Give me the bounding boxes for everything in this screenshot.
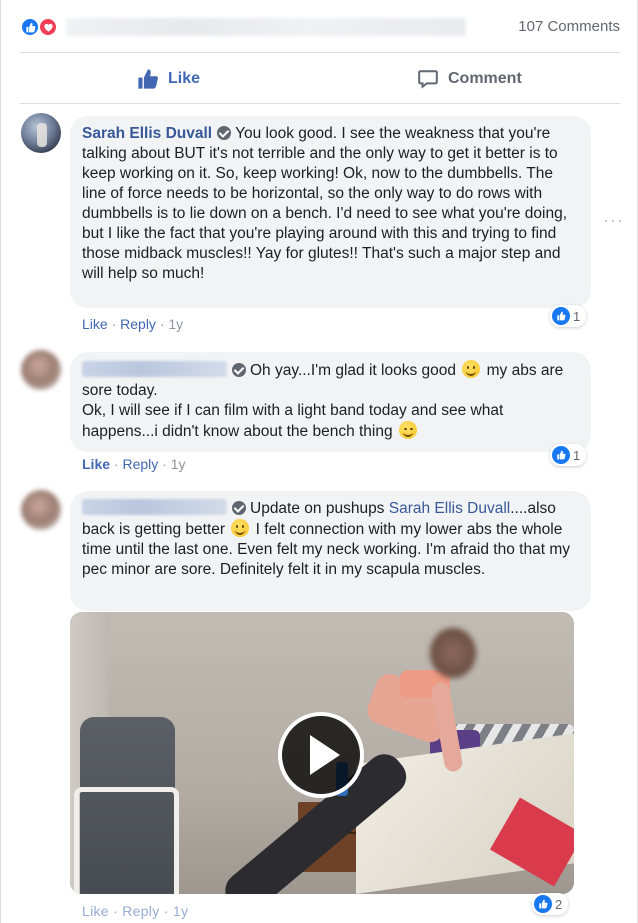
comment-reaction-count[interactable]: 1 [550,444,587,466]
like-reaction-icon [552,446,570,464]
avatar-blurred[interactable] [21,350,61,390]
comment-bubble: Update on pushups Sarah Ellis Duvall....… [70,491,591,611]
play-icon [310,735,340,775]
smile-emoji-icon [231,519,250,537]
reactor-names-blurred[interactable] [66,18,466,36]
like-button-label: Like [168,70,201,87]
avatar-blurred[interactable] [21,490,61,530]
comment-button[interactable]: Comment [417,62,522,96]
verified-badge-icon [232,363,246,377]
comment-text: Update on pushups [250,500,385,517]
comment-author[interactable]: Sarah Ellis Duvall [82,125,212,142]
thumbs-up-icon [138,69,158,89]
video-scene-person-head-blurred [430,628,476,678]
comment-text: Oh yay...I'm glad it looks good [250,362,456,379]
like-reaction-icon [20,17,40,37]
like-reaction-icon [552,307,570,325]
wink-emoji-icon [398,421,417,439]
comment-actions-cut-off[interactable]: Like · Reply · 1y [82,903,188,919]
comment-actions: Like · Reply · 1y [82,316,184,332]
like-reaction-icon [534,895,552,913]
smile-emoji-icon [462,360,481,378]
play-button[interactable] [278,712,364,798]
comment-actions: Like · Reply · 1y [82,456,186,472]
comment-timestamp[interactable]: 1y [168,316,183,332]
heart-reaction-icon [38,17,58,37]
comment-button-label: Comment [448,70,522,87]
comment-timestamp[interactable]: 1y [171,456,186,472]
comment-text: You look good. I see the weakness that y… [82,125,568,282]
comment-like-link[interactable]: Like [82,456,110,472]
comment-like-link[interactable]: Like [82,316,108,332]
mention-link[interactable]: Sarah Ellis Duvall [389,500,510,517]
comment-author-blurred[interactable] [82,499,227,515]
comment-reaction-count[interactable]: 1 [550,305,587,327]
verified-badge-icon [217,126,232,140]
video-attachment[interactable] [70,612,574,894]
avatar[interactable] [21,113,61,153]
comment-text: Ok, I will see if I can film with a ligh… [82,402,504,440]
like-button[interactable]: Like [137,62,200,96]
comment-reaction-count[interactable]: 2 [532,893,569,915]
reaction-summary[interactable]: 107 Comments [20,12,620,42]
comment-count-link[interactable]: 107 Comments [518,18,620,35]
comment-reply-link[interactable]: Reply [122,456,158,472]
video-scene-chair-frame [74,787,179,894]
comment-bubble: Oh yay...I'm glad it looks good my abs a… [70,352,591,452]
divider [20,103,620,104]
verified-badge-icon [232,501,246,515]
more-options-icon[interactable]: ··· [603,210,624,231]
comment-bubble: Sarah Ellis Duvall You look good. I see t… [70,116,591,308]
comment-reply-link[interactable]: Reply [120,316,156,332]
comment-author-blurred[interactable] [82,361,227,377]
speech-bubble-icon [418,70,438,89]
divider [20,52,620,53]
